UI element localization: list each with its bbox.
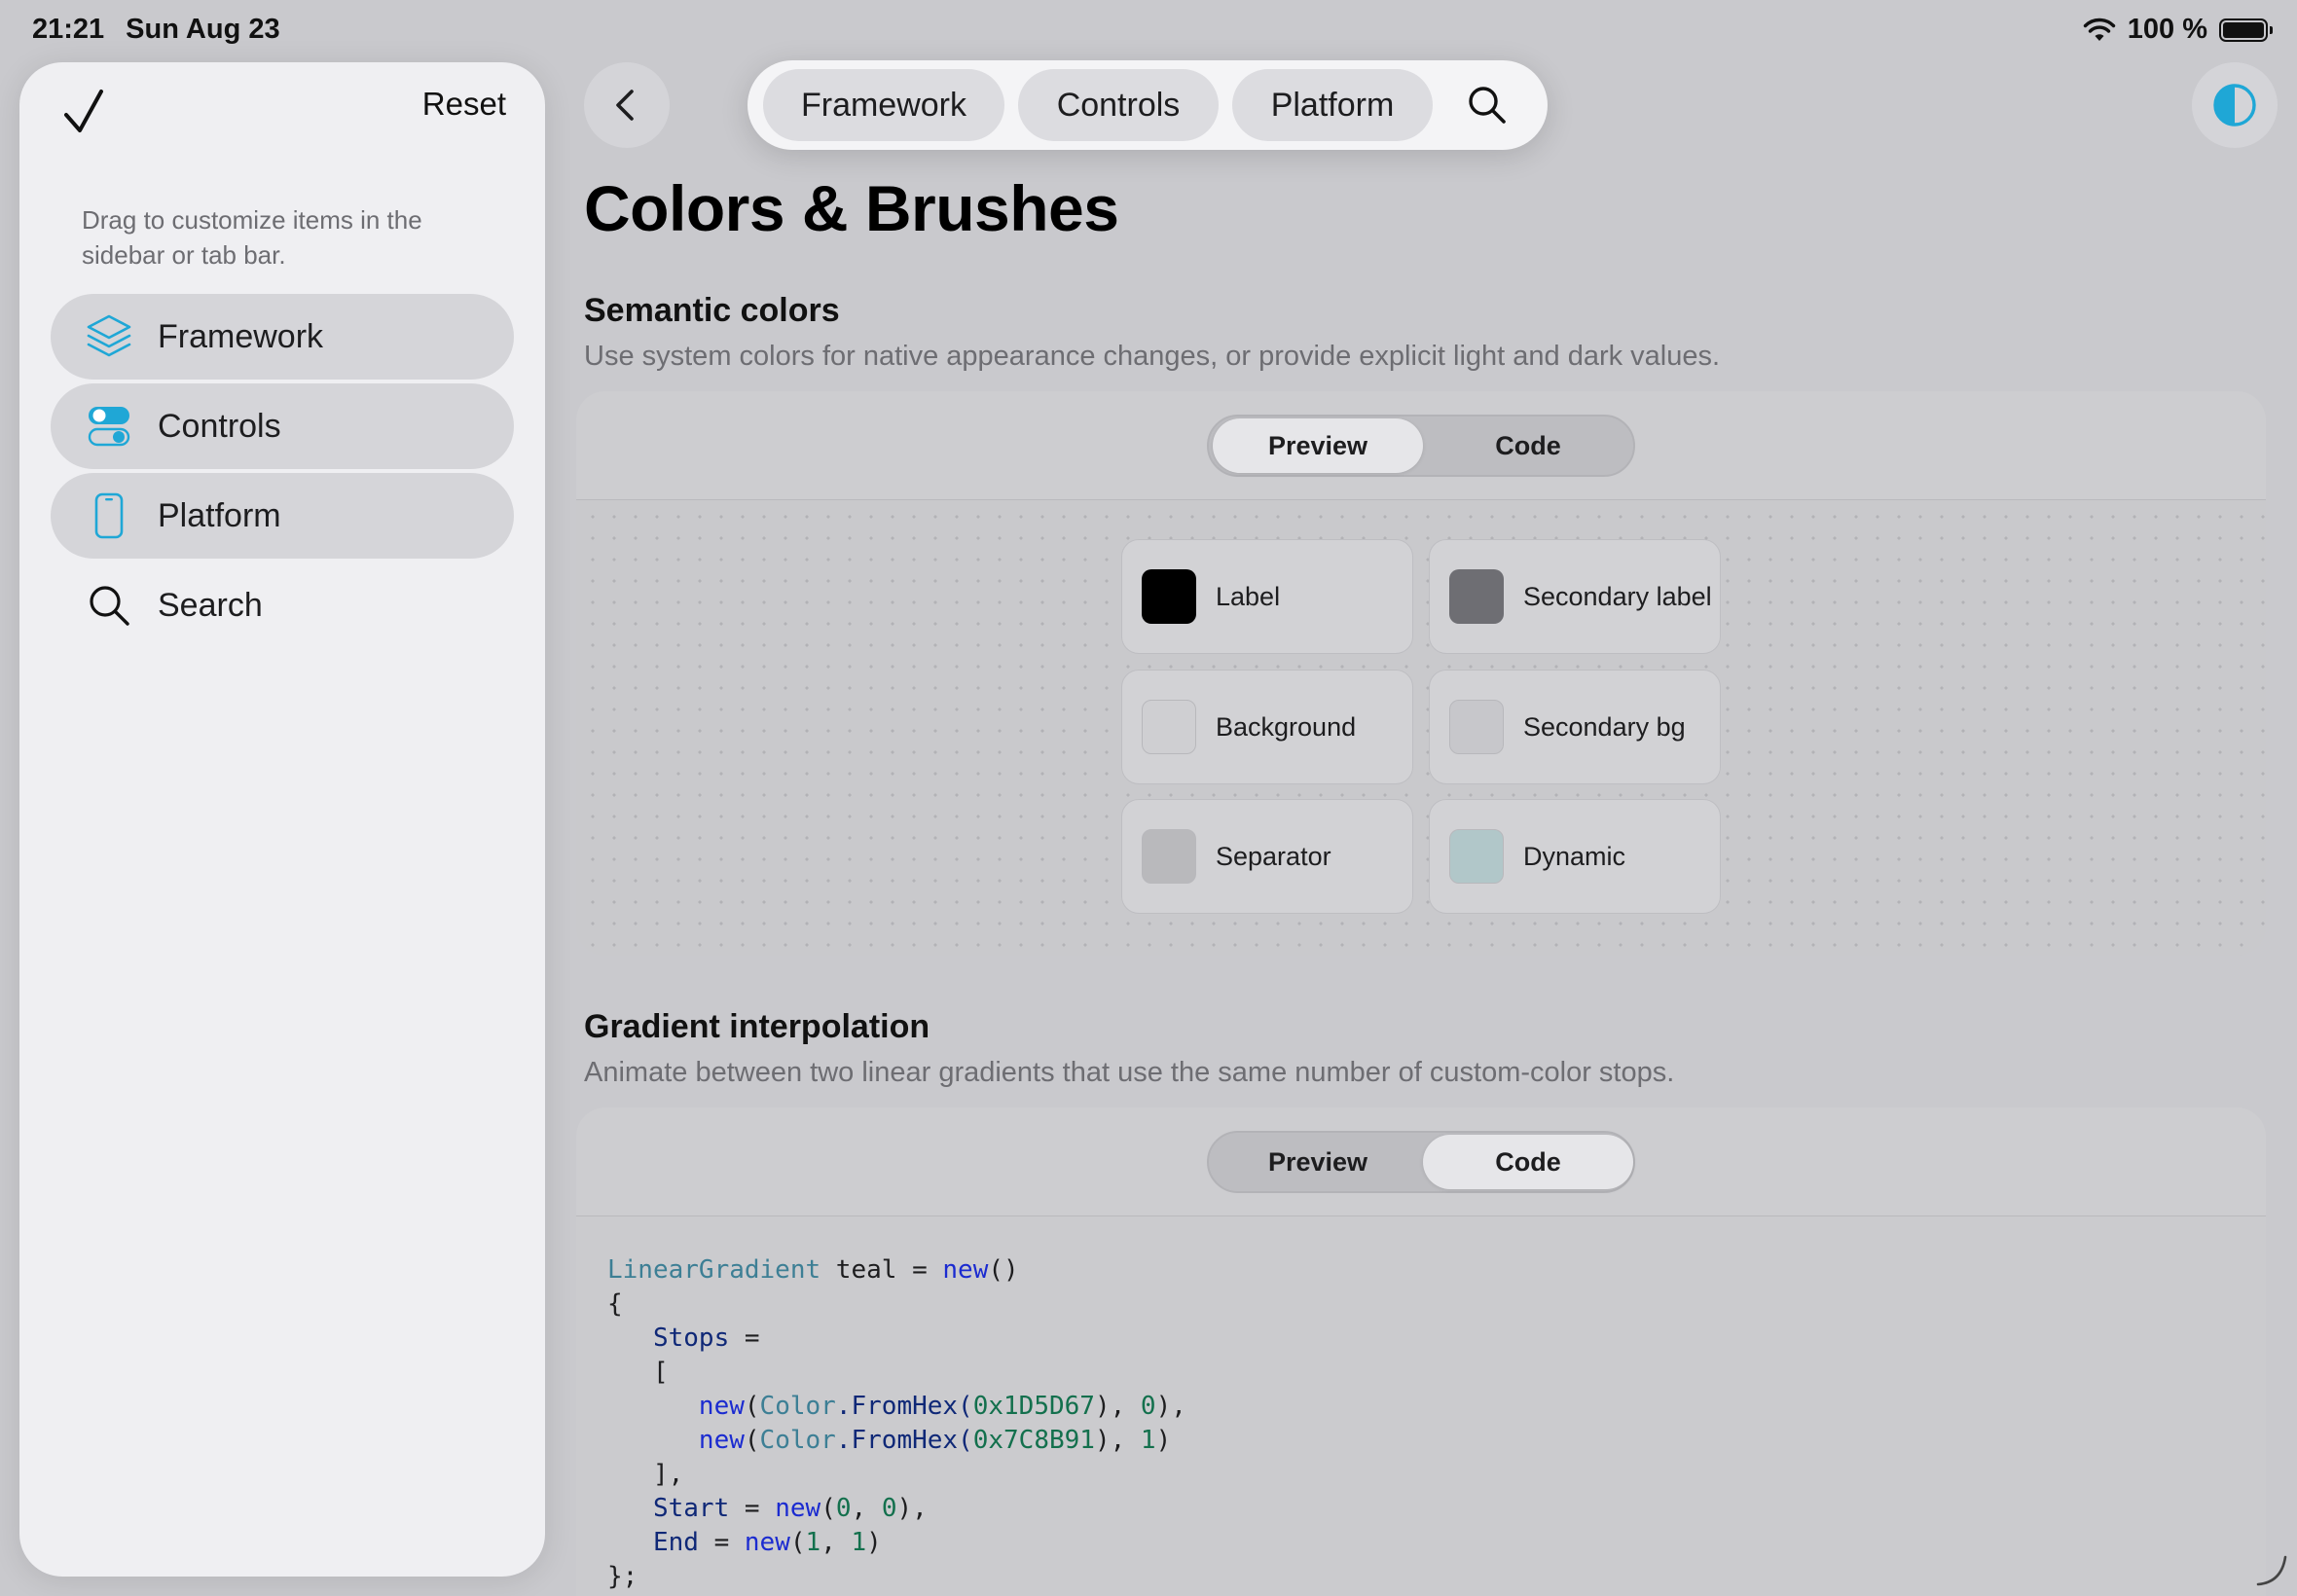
status-indicators: 100 % — [2083, 14, 2273, 46]
swatch-name: Dynamic — [1523, 842, 1626, 871]
tab-platform[interactable]: Platform — [1232, 69, 1433, 141]
sidebar-item-controls[interactable]: Controls — [51, 383, 514, 469]
search-icon — [84, 580, 134, 631]
layers-icon — [84, 311, 134, 362]
card-header: Preview Code — [576, 1107, 2266, 1216]
resize-handle-icon[interactable] — [2254, 1553, 2289, 1588]
swatch-secondary-label: Secondary label — [1429, 539, 1721, 654]
semantic-colors-card: Preview Code Label Secondary label Backg… — [576, 391, 2266, 956]
status-time-date: 21:21 Sun Aug 23 — [32, 14, 280, 46]
section-title-semantic: Semantic colors — [584, 292, 840, 329]
swatch-separator: Separator — [1121, 799, 1413, 914]
wifi-icon — [2083, 18, 2115, 41]
contrast-icon — [2213, 84, 2256, 127]
card-header: Preview Code — [576, 391, 2266, 500]
tab-bar: Framework Controls Platform — [747, 60, 1548, 150]
reset-button[interactable]: Reset — [422, 86, 506, 123]
sidebar-item-label: Framework — [158, 317, 324, 355]
sidebar-item-platform[interactable]: Platform — [51, 473, 514, 559]
segment-code[interactable]: Code — [1423, 1135, 1633, 1189]
checkmark-icon[interactable] — [60, 84, 119, 142]
tab-controls[interactable]: Controls — [1018, 69, 1219, 141]
search-icon[interactable] — [1464, 82, 1511, 128]
swatch-name: Secondary label — [1523, 582, 1712, 611]
segment-preview[interactable]: Preview — [1213, 418, 1423, 473]
battery-percent: 100 % — [2127, 14, 2207, 45]
color-chip — [1449, 829, 1504, 884]
color-chip — [1449, 569, 1504, 624]
swatch-dynamic: Dynamic — [1429, 799, 1721, 914]
section-description-semantic: Use system colors for native appearance … — [584, 341, 1721, 372]
color-chip — [1142, 569, 1196, 624]
status-time: 21:21 — [32, 14, 105, 45]
swatch-name: Secondary bg — [1523, 712, 1686, 742]
status-date: Sun Aug 23 — [126, 14, 280, 45]
color-chip — [1142, 829, 1196, 884]
section-title-gradient: Gradient interpolation — [584, 1008, 930, 1045]
section-description-gradient: Animate between two linear gradients tha… — [584, 1057, 1675, 1088]
preview-code-segmented-control: Preview Code — [1207, 415, 1635, 477]
toggles-icon — [84, 401, 134, 452]
battery-icon — [2219, 18, 2273, 42]
swatch-background: Background — [1121, 670, 1413, 784]
swatch-name: Separator — [1216, 842, 1331, 871]
sidebar: Reset Drag to customize items in the sid… — [19, 62, 545, 1577]
page-title: Colors & Brushes — [584, 172, 1119, 244]
theme-toggle-button[interactable] — [2192, 62, 2278, 148]
sidebar-hint: Drag to customize items in the sidebar o… — [82, 205, 422, 270]
sidebar-item-label: Platform — [158, 496, 281, 534]
color-chip — [1449, 700, 1504, 754]
gradient-card: Preview Code LinearGradient teal = new()… — [576, 1107, 2266, 1596]
swatch-name: Label — [1216, 582, 1281, 611]
segment-preview[interactable]: Preview — [1213, 1135, 1423, 1189]
swatch-label: Label — [1121, 539, 1413, 654]
chevron-left-icon — [616, 90, 634, 121]
segment-code[interactable]: Code — [1423, 418, 1633, 473]
preview-code-segmented-control: Preview Code — [1207, 1131, 1635, 1193]
sidebar-item-framework[interactable]: Framework — [51, 294, 514, 380]
code-block: LinearGradient teal = new(){ Stops = [ n… — [607, 1255, 1186, 1591]
phone-icon — [84, 490, 134, 541]
color-chip — [1142, 700, 1196, 754]
sidebar-item-search[interactable]: Search — [51, 562, 514, 648]
tab-framework[interactable]: Framework — [763, 69, 1004, 141]
sidebar-item-label: Controls — [158, 407, 281, 445]
status-bar: 21:21 Sun Aug 23 100 % — [0, 0, 2297, 60]
back-button[interactable] — [584, 62, 670, 148]
preview-area: Label Secondary label Background Seconda… — [576, 500, 2266, 956]
sidebar-item-label: Search — [158, 586, 263, 624]
swatch-secondary-bg: Secondary bg — [1429, 670, 1721, 784]
swatch-name: Background — [1216, 712, 1357, 742]
